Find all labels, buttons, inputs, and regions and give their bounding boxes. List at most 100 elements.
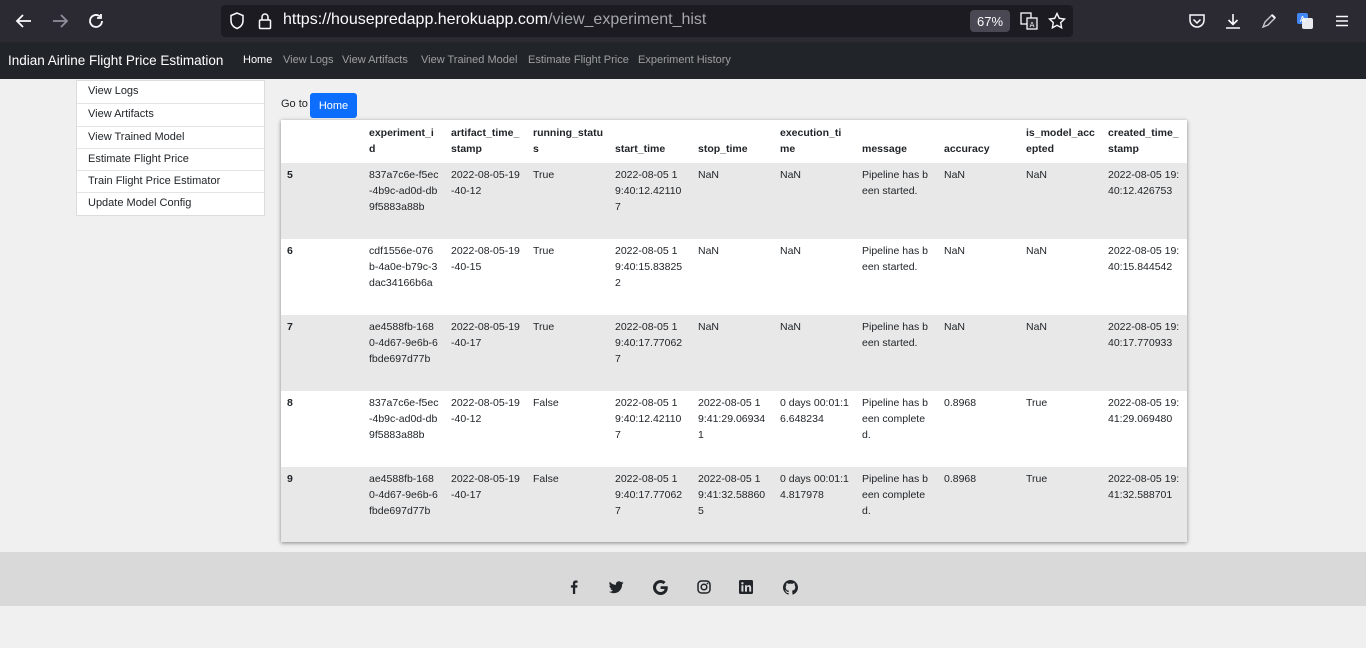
table-cell: NaN — [774, 239, 856, 315]
table-cell: 8 — [281, 391, 363, 467]
nav-link-view-logs[interactable]: View Logs — [283, 54, 334, 66]
table-cell: 2022-08-05 19:40:12.421107 — [609, 391, 692, 467]
table-cell: 2022-08-05 19:40:15.838252 — [609, 239, 692, 315]
nav-link-view-artifacts[interactable]: View Artifacts — [342, 54, 408, 66]
url-text[interactable]: https://housepredapp.herokuapp.com/view_… — [283, 11, 706, 29]
table-cell: False — [527, 467, 609, 542]
table-cell: NaN — [1020, 315, 1102, 391]
table-cell: 2022-08-05-19-40-12 — [445, 391, 527, 467]
table-cell: True — [527, 163, 609, 239]
sidebar-item-train-flight-price-estimator[interactable]: Train Flight Price Estimator — [77, 170, 264, 192]
table-cell: NaN — [938, 163, 1020, 239]
sidebar-item-view-trained-model[interactable]: View Trained Model — [77, 125, 264, 148]
extension-translate-icon[interactable]: A — [1294, 10, 1316, 32]
table-cell: 2022-08-05 19:41:29.069480 — [1102, 391, 1187, 467]
table-cell: 2022-08-05 19:40:17.770933 — [1102, 315, 1187, 391]
table-cell: 2022-08-05 19:40:15.844542 — [1102, 239, 1187, 315]
table-cell: 9 — [281, 467, 363, 542]
navbar-brand[interactable]: Indian Airline Flight Price Estimation — [8, 53, 223, 68]
table-cell: NaN — [692, 239, 774, 315]
table-cell: 2022-08-05 19:40:12.421107 — [609, 163, 692, 239]
table-cell: Pipeline has been started. — [856, 163, 938, 239]
twitter-icon[interactable] — [608, 579, 624, 595]
table-cell: True — [527, 315, 609, 391]
pen-icon[interactable] — [1258, 10, 1280, 32]
lock-icon[interactable] — [254, 10, 276, 32]
google-icon[interactable] — [652, 579, 668, 595]
table-cell: ae4588fb-1680-4d67-9e6b-6fbde697d77b — [363, 467, 445, 542]
table-cell: 2022-08-05 19:41:32.588701 — [1102, 467, 1187, 542]
table-cell: 0 days 00:01:14.817978 — [774, 467, 856, 542]
table-cell: 837a7c6e-f5ec-4b9c-ad0d-db9f5883a88b — [363, 163, 445, 239]
table-row: 6 cdf1556e-076b-4a0e-b79c-3dac34166b6a 2… — [281, 239, 1187, 315]
column-header: execution_time — [774, 120, 856, 163]
sidebar-item-estimate-flight-price[interactable]: Estimate Flight Price — [77, 147, 264, 170]
table-cell: 0.8968 — [938, 467, 1020, 542]
nav-link-experiment-history[interactable]: Experiment History — [638, 54, 731, 66]
footer — [0, 552, 1366, 606]
column-header: accuracy — [938, 120, 1020, 163]
table-row: 7 ae4588fb-1680-4d67-9e6b-6fbde697d77b 2… — [281, 315, 1187, 391]
svg-text:A: A — [1300, 15, 1306, 24]
app-navbar: Indian Airline Flight Price Estimation H… — [0, 42, 1366, 79]
table-cell: ae4588fb-1680-4d67-9e6b-6fbde697d77b — [363, 315, 445, 391]
menu-icon[interactable] — [1331, 10, 1353, 32]
table-cell: cdf1556e-076b-4a0e-b79c-3dac34166b6a — [363, 239, 445, 315]
nav-link-estimate-flight-price[interactable]: Estimate Flight Price — [528, 54, 629, 66]
table-cell: 2022-08-05 19:41:29.069341 — [692, 391, 774, 467]
table-cell: True — [1020, 391, 1102, 467]
table-cell: True — [1020, 467, 1102, 542]
nav-link-view-trained-model[interactable]: View Trained Model — [421, 54, 517, 66]
column-header — [281, 120, 363, 163]
zoom-level[interactable]: 67% — [970, 10, 1010, 32]
nav-link-home[interactable]: Home — [243, 54, 272, 66]
home-button[interactable]: Home — [310, 93, 357, 118]
linkedin-icon[interactable] — [738, 579, 754, 595]
table-cell: 7 — [281, 315, 363, 391]
column-header: message — [856, 120, 938, 163]
table-cell: NaN — [774, 163, 856, 239]
sidebar-menu: View Logs View Artifacts View Trained Mo… — [76, 80, 265, 216]
column-header: stop_time — [692, 120, 774, 163]
facebook-icon[interactable] — [566, 579, 582, 595]
column-header: running_status — [527, 120, 609, 163]
table-cell: 2022-08-05 19:40:12.426753 — [1102, 163, 1187, 239]
table-cell: 2022-08-05-19-40-17 — [445, 315, 527, 391]
table-cell: Pipeline has been completed. — [856, 467, 938, 542]
column-header: artifact_time_stamp — [445, 120, 527, 163]
table-cell: Pipeline has been started. — [856, 239, 938, 315]
table-row: 5 837a7c6e-f5ec-4b9c-ad0d-db9f5883a88b 2… — [281, 163, 1187, 239]
table-cell: Pipeline has been completed. — [856, 391, 938, 467]
pocket-icon[interactable] — [1186, 10, 1208, 32]
sidebar-item-view-logs[interactable]: View Logs — [77, 81, 264, 103]
github-icon[interactable] — [782, 579, 798, 595]
table-cell: 2022-08-05-19-40-15 — [445, 239, 527, 315]
table-cell: 2022-08-05 19:40:17.770627 — [609, 315, 692, 391]
table-cell: NaN — [938, 239, 1020, 315]
experiment-history-table: experiment_id artifact_time_stamp runnin… — [281, 120, 1187, 542]
svg-text:A: A — [1030, 21, 1035, 29]
column-header: is_model_accepted — [1020, 120, 1102, 163]
table-cell: 2022-08-05 19:40:17.770627 — [609, 467, 692, 542]
column-header: created_time_stamp — [1102, 120, 1187, 163]
column-header: experiment_id — [363, 120, 445, 163]
forward-icon[interactable] — [48, 9, 72, 33]
table-cell: True — [527, 239, 609, 315]
reload-icon[interactable] — [84, 9, 108, 33]
table-cell: NaN — [774, 315, 856, 391]
translate-icon[interactable]: A — [1018, 10, 1040, 32]
bookmark-star-icon[interactable] — [1046, 10, 1068, 32]
table-cell: 837a7c6e-f5ec-4b9c-ad0d-db9f5883a88b — [363, 391, 445, 467]
table-row: 9 ae4588fb-1680-4d67-9e6b-6fbde697d77b 2… — [281, 467, 1187, 542]
table-cell: NaN — [938, 315, 1020, 391]
shield-icon[interactable] — [226, 10, 248, 32]
download-icon[interactable] — [1222, 10, 1244, 32]
back-icon[interactable] — [12, 9, 36, 33]
table-cell: 2022-08-05 19:41:32.588605 — [692, 467, 774, 542]
sidebar-item-view-artifacts[interactable]: View Artifacts — [77, 103, 264, 125]
table-header-row: experiment_id artifact_time_stamp runnin… — [281, 120, 1187, 163]
table-row: 8 837a7c6e-f5ec-4b9c-ad0d-db9f5883a88b 2… — [281, 391, 1187, 467]
table-cell: Pipeline has been started. — [856, 315, 938, 391]
sidebar-item-update-model-config[interactable]: Update Model Config — [77, 192, 264, 214]
instagram-icon[interactable] — [696, 579, 712, 595]
